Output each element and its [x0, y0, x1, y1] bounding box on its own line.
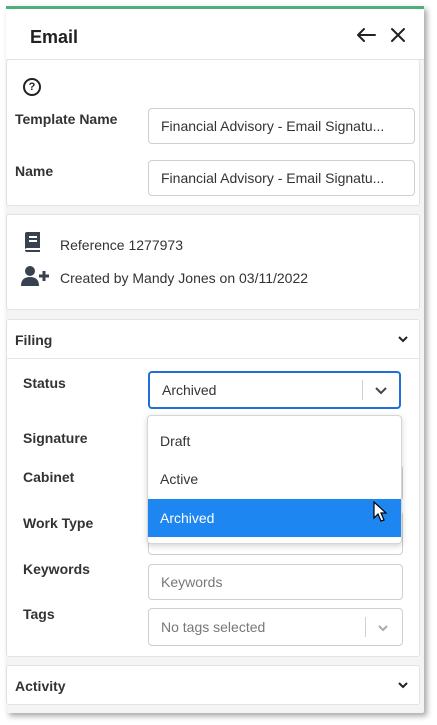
keywords-label: Keywords — [23, 561, 90, 577]
created-by-text: Created by Mandy Jones on 03/11/2022 — [60, 270, 309, 286]
chevron-down-icon[interactable] — [377, 621, 389, 637]
template-name-label: Template Name — [15, 111, 118, 127]
help-icon[interactable]: ? — [23, 78, 41, 96]
back-arrow-icon[interactable] — [354, 23, 378, 47]
chevron-down-icon[interactable] — [374, 384, 388, 401]
status-option-draft[interactable]: Draft — [148, 422, 401, 460]
tags-placeholder: No tags selected — [161, 619, 266, 635]
activity-card[interactable]: Activity — [6, 665, 420, 705]
tags-label: Tags — [23, 606, 55, 622]
status-option-active[interactable]: Active — [148, 460, 401, 498]
signature-label: Signature — [23, 430, 88, 446]
status-select[interactable]: Archived — [148, 371, 401, 409]
name-field[interactable]: Financial Advisory - Email Signatu... — [148, 160, 415, 196]
reference-text: Reference 1277973 — [60, 237, 183, 253]
panel-header: Email — [6, 9, 424, 60]
template-name-value: Financial Advisory - Email Signatu... — [161, 118, 385, 134]
details-card: ? Template Name Financial Advisory - Ema… — [6, 60, 420, 206]
info-card: Reference 1277973 Created by Mandy Jones… — [6, 214, 420, 310]
work-type-label: Work Type — [23, 515, 94, 531]
status-dropdown-menu: Draft Active Archived — [147, 415, 402, 544]
panel-title: Email — [30, 27, 79, 47]
chevron-down-icon — [397, 332, 409, 344]
keywords-placeholder: Keywords — [161, 574, 223, 590]
select-separator — [365, 617, 366, 637]
select-separator — [362, 380, 363, 400]
status-option-archived[interactable]: Archived — [148, 499, 401, 537]
status-value: Archived — [162, 382, 217, 398]
add-user-icon — [21, 265, 49, 292]
filing-title: Filing — [15, 332, 53, 348]
template-name-field[interactable]: Financial Advisory - Email Signatu... — [148, 108, 415, 144]
name-label: Name — [15, 163, 54, 179]
name-value: Financial Advisory - Email Signatu... — [161, 170, 385, 186]
activity-title: Activity — [15, 678, 66, 694]
chevron-down-icon — [397, 678, 409, 690]
book-icon — [23, 231, 41, 258]
mouse-cursor-icon — [373, 500, 388, 528]
filing-section-header[interactable]: Filing — [7, 320, 419, 359]
cabinet-label: Cabinet — [23, 469, 75, 485]
keywords-input[interactable]: Keywords — [148, 564, 403, 600]
close-icon[interactable] — [386, 23, 410, 47]
email-panel: Email ? Template Name Financial Advisory… — [6, 6, 424, 713]
tags-select[interactable]: No tags selected — [148, 608, 403, 646]
status-label: Status — [23, 375, 66, 391]
